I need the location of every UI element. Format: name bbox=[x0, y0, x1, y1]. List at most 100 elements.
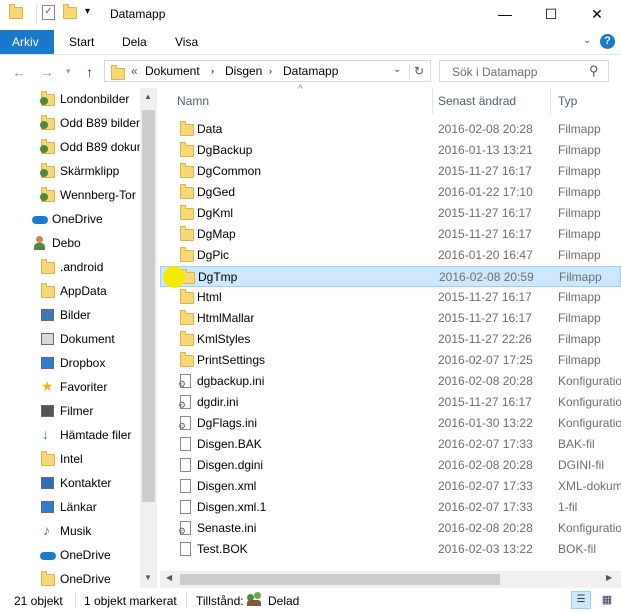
up-arrow-icon[interactable]: ↑ bbox=[86, 64, 93, 80]
shared-folder-icon bbox=[40, 91, 56, 106]
table-row[interactable]: Disgen.xml.1 2016-02-07 17:33 1-fil bbox=[160, 497, 621, 518]
scroll-right-icon[interactable]: ▶ bbox=[606, 573, 612, 582]
chevron-right-icon[interactable]: › bbox=[211, 66, 214, 76]
folder-icon bbox=[180, 163, 194, 178]
file-icon bbox=[180, 500, 191, 514]
scroll-left-icon[interactable]: ◀ bbox=[166, 573, 172, 582]
file-icon bbox=[180, 479, 191, 493]
breadcrumb-datamapp[interactable]: Datamapp bbox=[283, 64, 338, 78]
search-icon[interactable]: ⚲ bbox=[589, 63, 599, 79]
column-header-name[interactable]: Namn bbox=[177, 88, 209, 114]
properties-icon[interactable]: ✓ bbox=[42, 5, 55, 20]
file-name: Disgen.dgini bbox=[197, 458, 264, 472]
file-name: DgFlags.ini bbox=[197, 416, 258, 430]
file-date: 2016-02-08 20:28 bbox=[438, 458, 533, 472]
onedrive-icon bbox=[40, 548, 56, 562]
table-row[interactable]: Data 2016-02-08 20:28 Filmapp bbox=[160, 119, 621, 140]
forward-arrow-icon[interactable]: → bbox=[40, 64, 54, 80]
settings-file-icon: ⚙ bbox=[178, 374, 191, 389]
search-box[interactable]: Sök i Datamapp ⚲ bbox=[439, 60, 609, 82]
table-row[interactable]: Disgen.xml 2016-02-07 17:33 XML-dokum bbox=[160, 476, 621, 497]
table-row[interactable]: ⚙ dgbackup.ini 2016-02-08 20:28 Konfigurati… bbox=[160, 371, 621, 392]
file-type: Konfiguration bbox=[558, 395, 621, 409]
table-row[interactable]: DgCommon 2015-11-27 16:17 Filmapp bbox=[160, 161, 621, 182]
tab-start[interactable]: Start bbox=[57, 30, 106, 54]
breadcrumb-overflow-icon[interactable]: « bbox=[131, 64, 138, 78]
maximize-button[interactable]: ☐ bbox=[528, 0, 574, 30]
search-input[interactable]: Sök i Datamapp bbox=[452, 65, 537, 79]
folder-icon bbox=[180, 247, 194, 262]
file-name: KmlStyles bbox=[197, 332, 251, 346]
file-name: DgCommon bbox=[197, 164, 262, 178]
divider[interactable] bbox=[432, 88, 433, 114]
file-type: Filmapp bbox=[558, 164, 601, 178]
sidebar-item-label: AppData bbox=[60, 284, 107, 298]
table-row[interactable]: DgBackup 2016-01-13 13:21 Filmapp bbox=[160, 140, 621, 161]
customize-quick-access-icon[interactable]: ▾ bbox=[85, 6, 90, 17]
divider[interactable] bbox=[550, 88, 551, 114]
table-row[interactable]: Html 2015-11-27 16:17 Filmapp bbox=[160, 287, 621, 308]
table-row[interactable]: DgKml 2015-11-27 16:17 Filmapp bbox=[160, 203, 621, 224]
table-row[interactable]: ⚙ dgdir.ini 2015-11-27 16:17 Konfiguration bbox=[160, 392, 621, 413]
horizontal-scrollbar-thumb[interactable] bbox=[180, 574, 500, 585]
file-date: 2016-02-08 20:28 bbox=[438, 122, 533, 136]
breadcrumb-disgen[interactable]: Disgen bbox=[225, 64, 262, 78]
help-button[interactable]: ? bbox=[600, 34, 615, 49]
scroll-down-icon[interactable]: ▼ bbox=[144, 573, 152, 582]
file-date: 2016-02-07 17:33 bbox=[438, 500, 533, 514]
tab-arkiv[interactable]: Arkiv bbox=[0, 30, 54, 54]
large-icons-view-button[interactable]: ▦ bbox=[597, 591, 617, 609]
refresh-icon[interactable]: ↻ bbox=[414, 64, 424, 78]
table-row[interactable]: Test.BOK 2016-02-03 13:22 BOK-fil bbox=[160, 539, 621, 560]
table-row[interactable]: HtmlMallar 2015-11-27 16:17 Filmapp bbox=[160, 308, 621, 329]
column-header-date[interactable]: Senast ändrad bbox=[438, 88, 516, 114]
table-row[interactable]: KmlStyles 2015-11-27 22:26 Filmapp bbox=[160, 329, 621, 350]
tab-visa[interactable]: Visa bbox=[163, 30, 210, 54]
horizontal-scrollbar[interactable]: ◀ ▶ bbox=[160, 571, 621, 588]
folder-icon bbox=[180, 226, 194, 241]
new-folder-icon[interactable] bbox=[63, 4, 77, 22]
user-icon bbox=[32, 236, 48, 250]
tab-dela[interactable]: Dela bbox=[110, 30, 159, 54]
column-header-type[interactable]: Typ bbox=[558, 88, 577, 114]
address-dropdown-icon[interactable]: ⌄ bbox=[393, 64, 401, 75]
documents-icon bbox=[40, 332, 56, 346]
details-view-button[interactable]: ☰ bbox=[571, 591, 591, 609]
sidebar-scrollbar[interactable]: ▲ ▼ bbox=[140, 88, 157, 588]
address-bar[interactable]: « Dokument › Disgen › Datamapp ⌄ ↻ bbox=[104, 60, 431, 82]
breadcrumb-dokument[interactable]: Dokument bbox=[145, 64, 200, 78]
scroll-up-icon[interactable]: ▲ bbox=[144, 92, 152, 101]
table-row[interactable]: DgPic 2016-01-20 16:47 Filmapp bbox=[160, 245, 621, 266]
table-row[interactable]: PrintSettings 2016-02-07 17:25 Filmapp bbox=[160, 350, 621, 371]
file-date: 2015-11-27 16:17 bbox=[438, 290, 532, 304]
file-type: DGINI-fil bbox=[558, 458, 604, 472]
expand-ribbon-icon[interactable]: ⌄ bbox=[583, 35, 591, 46]
close-button[interactable]: ✕ bbox=[574, 0, 620, 30]
file-type: Filmapp bbox=[558, 353, 601, 367]
divider bbox=[36, 5, 37, 23]
chevron-right-icon[interactable]: › bbox=[269, 66, 272, 76]
table-row[interactable]: Disgen.BAK 2016-02-07 17:33 BAK-fil bbox=[160, 434, 621, 455]
shared-folder-icon bbox=[40, 187, 56, 202]
folder-icon bbox=[180, 142, 194, 157]
sidebar-item-label: Länkar bbox=[60, 500, 97, 514]
file-icon bbox=[180, 458, 191, 472]
table-row[interactable]: Disgen.dgini 2016-02-08 20:28 DGINI-fil bbox=[160, 455, 621, 476]
table-row[interactable]: ⚙ DgFlags.ini 2016-01-30 13:22 Konfiguratio… bbox=[160, 413, 621, 434]
file-name: DgGed bbox=[197, 185, 236, 199]
file-type: Konfiguration bbox=[558, 416, 621, 430]
sidebar-scrollbar-thumb[interactable] bbox=[142, 110, 155, 502]
sidebar-item-label: Bilder bbox=[60, 308, 91, 322]
table-row[interactable]: DgMap 2015-11-27 16:17 Filmapp bbox=[160, 224, 621, 245]
minimize-button[interactable]: — bbox=[482, 0, 528, 30]
back-arrow-icon[interactable]: ← bbox=[12, 64, 26, 80]
recent-locations-icon[interactable]: ▾ bbox=[66, 66, 71, 77]
table-row[interactable]: DgTmp 2016-02-08 20:59 Filmapp bbox=[160, 266, 621, 287]
table-row[interactable]: ⚙ Senaste.ini 2016-02-08 20:28 Konfiguratio… bbox=[160, 518, 621, 539]
table-row[interactable]: DgGed 2016-01-22 17:10 Filmapp bbox=[160, 182, 621, 203]
folder-icon bbox=[180, 205, 194, 220]
file-name: dgbackup.ini bbox=[197, 374, 265, 388]
state-value: Delad bbox=[268, 594, 300, 608]
pictures-icon bbox=[40, 308, 56, 322]
file-name: Disgen.xml.1 bbox=[197, 500, 267, 514]
